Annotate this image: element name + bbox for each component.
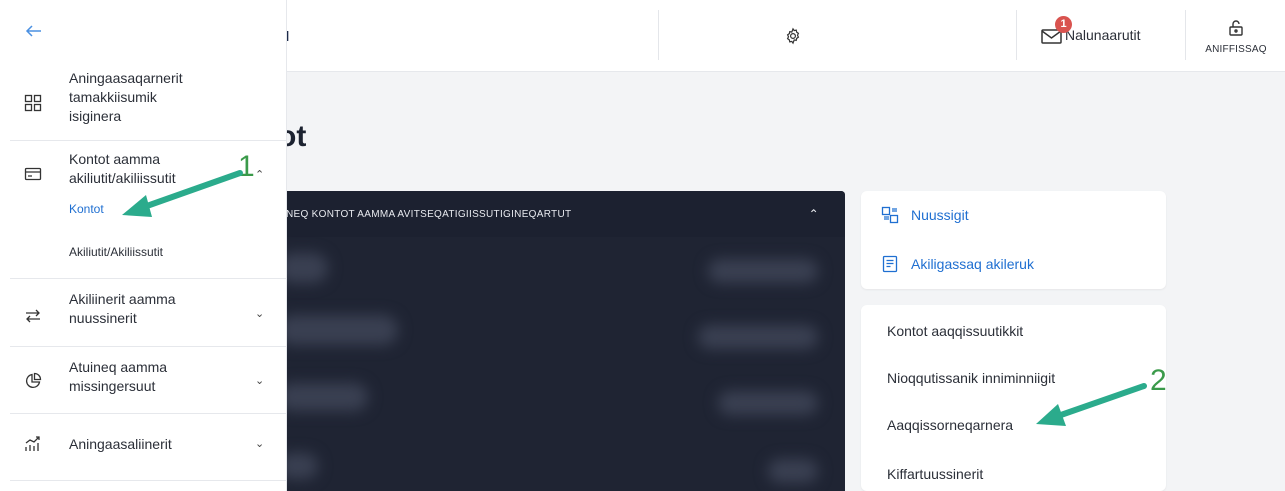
chevron-up-icon[interactable]: ⌃ <box>809 207 819 221</box>
inbox-label: Nalunaarutit <box>1065 27 1141 43</box>
account-menu-item[interactable]: Nioqqutissanik inniminniigit <box>887 370 1055 386</box>
sidebar-item-spending[interactable]: Atuineq aamma missingersuut ⌄ <box>0 358 286 406</box>
sidebar-divider <box>10 413 286 414</box>
sidebar-divider <box>10 278 286 279</box>
sidebar-item-label: Akiliinerit aamma nuussinerit <box>69 291 176 326</box>
account-menu-item[interactable]: Kontot aaqqissuutikkit <box>887 323 1023 339</box>
topbar-divider <box>1185 10 1186 60</box>
sidebar-item-overview[interactable]: Aningaasaqarnerit tamakkiisumik isiginer… <box>0 70 286 137</box>
transfer-link[interactable]: Nuussigit <box>881 206 969 224</box>
sidebar-divider <box>10 140 286 141</box>
accounts-panel: NEQ KONTOT AAMMA AVITSEQATIGIISSUTIGINEQ… <box>268 191 845 491</box>
sidebar-item-transfers[interactable]: Akiliinerit aamma nuussinerit ⌄ <box>0 290 286 338</box>
chevron-down-icon[interactable]: ⌄ <box>255 437 264 450</box>
sidebar-divider <box>10 480 286 481</box>
sidebar-subitem-accounts[interactable]: Kontot <box>69 202 104 216</box>
blurred-account-value <box>708 259 818 283</box>
quick-links-card: Nuussigit Akiligassaq akileruk <box>861 191 1166 289</box>
annotation-number: 2 <box>1150 364 1167 397</box>
sidebar-item-investments[interactable]: Aningaasaliinerit ⌄ <box>0 425 286 469</box>
blurred-account-row <box>278 383 368 411</box>
transfer-link-label: Nuussigit <box>911 207 969 223</box>
topbar-divider <box>1016 10 1017 60</box>
chevron-down-icon[interactable]: ⌄ <box>255 374 264 387</box>
blurred-account-row <box>278 315 398 345</box>
pie-chart-icon <box>26 372 42 388</box>
transfer-doc-icon <box>881 206 899 224</box>
blurred-account-value <box>718 391 818 415</box>
mail-icon: 1 <box>1041 16 1072 45</box>
bill-icon <box>882 255 898 273</box>
account-menu-item[interactable]: Aaqqissorneqarnera <box>887 417 1013 433</box>
pay-bill-link-label: Akiligassaq akileruk <box>911 256 1034 272</box>
gear-icon[interactable] <box>784 27 802 45</box>
annotation-arrow-icon <box>122 170 243 217</box>
topbar-divider <box>658 10 659 60</box>
account-menu-item[interactable]: Kiffartuussinerit <box>887 466 983 482</box>
chevron-down-icon[interactable]: ⌄ <box>255 307 264 320</box>
accounts-panel-title: NEQ KONTOT AAMMA AVITSEQATIGIISSUTIGINEQ… <box>286 208 572 220</box>
pay-bill-link[interactable]: Akiligassaq akileruk <box>881 255 1034 273</box>
lock-icon <box>1229 20 1243 36</box>
blurred-account-value <box>698 325 818 349</box>
chevron-up-icon[interactable]: ⌃ <box>255 168 264 181</box>
sidebar-item-label: Atuineq aamma missingersuut <box>69 359 168 394</box>
blurred-account-value <box>768 459 818 483</box>
annotation-arrow-icon <box>1036 383 1147 426</box>
collapse-arrow-icon[interactable] <box>25 22 43 40</box>
growth-chart-icon <box>25 436 40 451</box>
sidebar-item-label: Aningaasaliinerit <box>69 436 172 452</box>
transfer-icon <box>26 309 40 323</box>
sidebar-subitem-payments[interactable]: Akiliutit/Akiliissutit <box>69 245 163 259</box>
sidebar-divider <box>10 346 286 347</box>
logout-button[interactable]: ANIFFISSAQ <box>1187 20 1285 55</box>
card-icon <box>24 167 42 181</box>
sidebar-item-label: Aningaasaqarnerit tamakkiisumik isiginer… <box>69 70 183 124</box>
accounts-panel-header[interactable]: NEQ KONTOT AAMMA AVITSEQATIGIISSUTIGINEQ… <box>268 191 845 237</box>
notification-badge: 1 <box>1055 16 1072 33</box>
inbox-button[interactable]: 1 Nalunaarutit <box>1041 15 1141 55</box>
logout-label: ANIFFISSAQ <box>1205 44 1267 55</box>
sidebar: Aningaasaqarnerit tamakkiisumik isiginer… <box>0 0 286 491</box>
dashboard-icon <box>24 94 42 112</box>
